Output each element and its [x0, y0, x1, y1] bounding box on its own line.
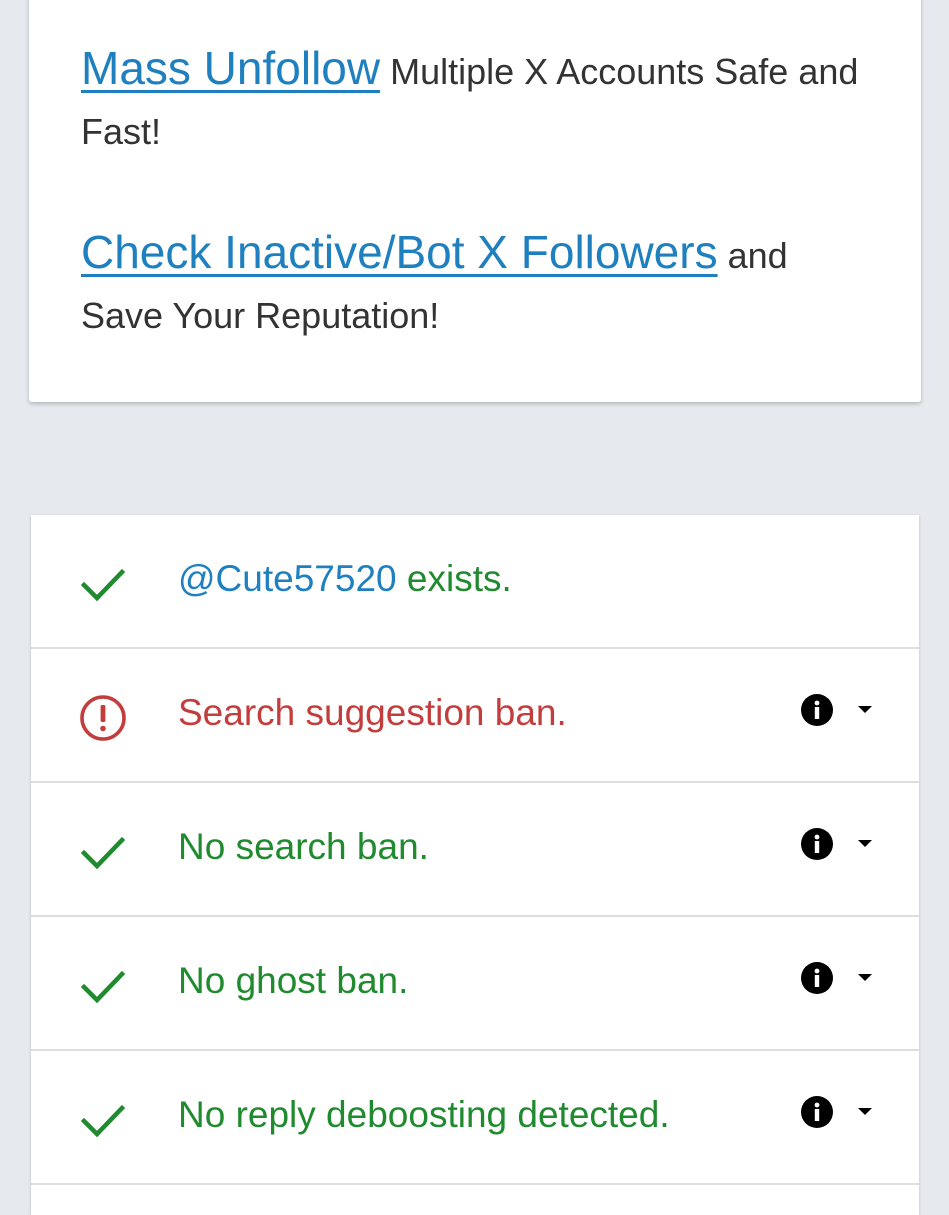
caret-down-icon[interactable]: [857, 1107, 873, 1117]
result-row-account-exists: @Cute57520 exists.: [31, 515, 919, 649]
promo-line-check-inactive: Check Inactive/Bot X Followers and Save …: [81, 222, 869, 346]
caret-down-icon[interactable]: [857, 839, 873, 849]
caret-down-icon[interactable]: [857, 705, 873, 715]
details-toggle[interactable]: [801, 1096, 873, 1132]
info-icon[interactable]: [801, 1096, 833, 1128]
result-label: No search ban.: [178, 826, 429, 867]
info-icon[interactable]: [801, 828, 833, 860]
result-row-ghost-ban[interactable]: No ghost ban.: [31, 917, 919, 1051]
promo-card: Mass Unfollow Multiple X Accounts Safe a…: [29, 0, 921, 402]
result-label: No ghost ban.: [178, 960, 409, 1001]
details-toggle[interactable]: [801, 828, 873, 864]
alert-circle-icon: [80, 695, 126, 741]
promo-line-mass-unfollow: Mass Unfollow Multiple X Accounts Safe a…: [81, 38, 869, 162]
result-row-reply-deboosting[interactable]: No reply deboosting detected.: [31, 1051, 919, 1185]
result-row-search-ban[interactable]: No search ban.: [31, 783, 919, 917]
result-label: No reply deboosting detected.: [178, 1094, 670, 1135]
info-icon[interactable]: [801, 962, 833, 994]
account-status: exists.: [406, 558, 512, 599]
mass-unfollow-link[interactable]: Mass Unfollow: [81, 42, 380, 94]
check-icon: [80, 1104, 126, 1138]
result-label: Search suggestion ban.: [178, 692, 567, 733]
account-status-text: @Cute57520 exists.: [178, 557, 512, 601]
result-row-search-suggestion-ban[interactable]: Search suggestion ban.: [31, 649, 919, 783]
info-icon[interactable]: [801, 694, 833, 726]
details-toggle[interactable]: [801, 694, 873, 730]
check-icon: [80, 568, 126, 602]
check-icon: [80, 836, 126, 870]
account-handle: @Cute57520: [178, 558, 397, 599]
check-icon: [80, 970, 126, 1004]
check-inactive-followers-link[interactable]: Check Inactive/Bot X Followers: [81, 226, 718, 278]
caret-down-icon[interactable]: [857, 973, 873, 983]
details-toggle[interactable]: [801, 962, 873, 998]
shadowban-results-card: @Cute57520 exists. Search suggestion ban…: [31, 515, 919, 1215]
